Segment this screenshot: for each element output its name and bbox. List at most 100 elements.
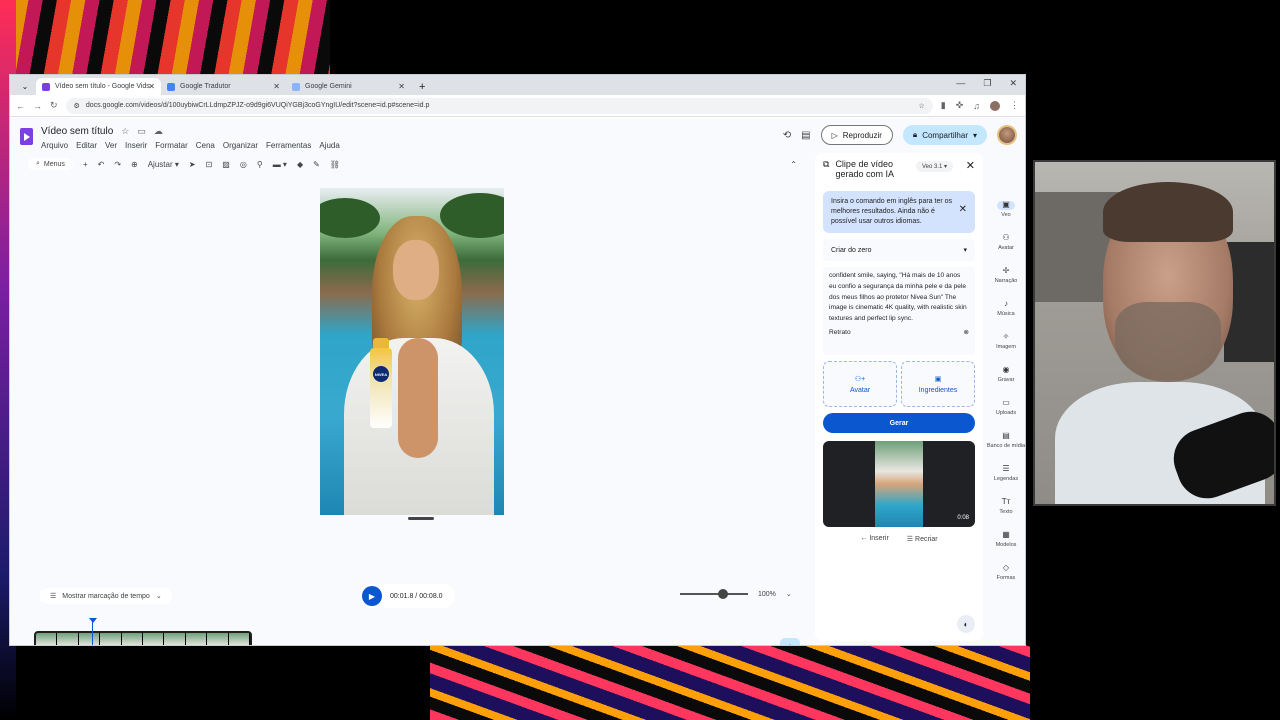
share-button[interactable]: 🔒︎ Compartilhar ▾ — [902, 125, 987, 145]
zoom-icon[interactable]: ⊕ — [131, 160, 138, 169]
avatar-chip[interactable]: ⚇+ Avatar — [823, 361, 897, 408]
border-color-icon[interactable]: ✎ — [313, 160, 320, 169]
menu-arquivo[interactable]: Arquivo — [41, 141, 68, 150]
paint-format-icon[interactable]: ⚲ — [257, 160, 263, 169]
play-icon[interactable]: ▶ — [362, 586, 382, 606]
generated-clip-thumbnail[interactable]: 0:08 — [823, 441, 975, 528]
menus-search[interactable]: ⌕ Menus — [28, 158, 73, 170]
rail-item-music[interactable]: ♪ Música — [986, 292, 1025, 325]
image-icon[interactable]: ▨ — [222, 160, 230, 169]
resize-handle[interactable] — [408, 517, 434, 520]
undo-icon[interactable]: ↶ — [98, 160, 105, 169]
forward-icon[interactable]: → — [33, 101, 42, 111]
model-select[interactable]: Veo 3.1 ▾ — [915, 161, 953, 172]
close-icon[interactable]: ✕ — [966, 159, 975, 172]
mode-select[interactable]: Criar do zero ▾ — [823, 239, 975, 262]
more-icon[interactable]: ⋮ — [1010, 100, 1019, 111]
minimize-icon[interactable]: — — [956, 78, 965, 89]
clip-duration: 0:08 — [957, 515, 969, 522]
rail-item-veo[interactable]: ▣ Veo — [986, 193, 1025, 226]
rail-item-captions[interactable]: ☰ Legendas — [986, 457, 1025, 490]
generate-button[interactable]: Gerar — [823, 413, 975, 434]
recreate-button[interactable]: ☰ Recriar — [907, 535, 938, 543]
star-icon[interactable]: ☆ — [121, 126, 129, 137]
close-tab-icon[interactable]: ✕ — [398, 82, 405, 91]
comments-icon[interactable]: ▤ — [801, 130, 810, 141]
site-info-icon[interactable]: ⚙ — [74, 102, 80, 110]
vids-logo-icon[interactable] — [20, 128, 33, 145]
clip-strip[interactable] — [34, 631, 252, 645]
menu-formatar[interactable]: Formatar — [155, 141, 187, 150]
collapse-toolbar-icon[interactable]: ⌃ — [790, 160, 797, 169]
menu-inserir[interactable]: Inserir — [125, 141, 147, 150]
media-icon[interactable]: ♫ — [973, 101, 980, 111]
menu-ver[interactable]: Ver — [105, 141, 117, 150]
prompt-textarea[interactable]: confident smile, saying, "Há mais de 10 … — [823, 267, 975, 356]
timestamp-toggle[interactable]: ☰ Mostrar marcação de tempo ⌄ — [40, 588, 172, 604]
reload-icon[interactable]: ↻ — [50, 100, 58, 111]
close-tab-icon[interactable]: ✕ — [148, 82, 155, 91]
close-tab-icon[interactable]: ✕ — [273, 82, 280, 91]
side-rail: ▣ Veo ⚇ Avatar ✢ Narração ♪ Música ✧ Imagem ◉… — [986, 193, 1025, 613]
background-stripes-bottom — [430, 640, 1030, 720]
fill-color-icon[interactable]: ◆ — [297, 160, 303, 169]
lightbulb-icon[interactable]: ◐ — [957, 615, 975, 633]
tab-google-translate[interactable]: Google Tradutor ✕ — [161, 78, 286, 95]
link-icon[interactable]: ⛓ — [330, 160, 340, 169]
close-window-icon[interactable]: ✕ — [1009, 78, 1017, 89]
puzzle-icon[interactable]: ✜ — [956, 100, 964, 111]
menu-ajuda[interactable]: Ajuda — [319, 141, 339, 150]
rail-item-record[interactable]: ◉ Gravar — [986, 358, 1025, 391]
rail-item-templates[interactable]: ▦ Modelos — [986, 523, 1025, 556]
menu-cena[interactable]: Cena — [196, 141, 215, 150]
menu-ferramentas[interactable]: Ferramentas — [266, 141, 311, 150]
select-cursor-icon[interactable]: ➤ — [189, 160, 196, 169]
rail-item-text[interactable]: Tт Texto — [986, 490, 1025, 523]
add-scene-button[interactable]: + — [780, 638, 800, 645]
back-icon[interactable]: ← — [16, 101, 25, 111]
shape-icon[interactable]: ◎ — [240, 160, 247, 169]
rail-item-shapes[interactable]: ◇ Formas — [986, 556, 1025, 589]
rail-item-uploads[interactable]: ▭ Uploads — [986, 391, 1025, 424]
sunscreen-bottle — [370, 348, 392, 428]
line-dropdown[interactable]: ▬ ▾ — [273, 160, 287, 169]
tab-google-gemini[interactable]: Google Gemini ✕ — [286, 78, 411, 95]
text-box-icon[interactable]: ⊡ — [206, 160, 213, 169]
dismiss-icon[interactable]: ✕ — [959, 203, 967, 218]
menu-editar[interactable]: Editar — [76, 141, 97, 150]
chevron-down-icon[interactable]: ▾ — [973, 131, 977, 140]
zoom-value: 100% — [758, 590, 776, 598]
user-avatar[interactable] — [997, 125, 1017, 145]
video-frame[interactable]: NIVEA — [320, 188, 504, 515]
fit-dropdown[interactable]: Ajustar ▾ — [148, 160, 179, 169]
rail-item-avatar[interactable]: ⚇ Avatar — [986, 226, 1025, 259]
add-icon[interactable]: + — [83, 160, 88, 169]
rail-item-narration[interactable]: ✢ Narração — [986, 259, 1025, 292]
version-history-icon[interactable]: ⟲ — [783, 130, 791, 141]
play-button[interactable]: ▷ Reproduzir — [820, 125, 893, 145]
redo-icon[interactable]: ↷ — [114, 160, 121, 169]
mode-value: Criar do zero — [831, 246, 872, 254]
zoom-slider-knob[interactable] — [718, 589, 729, 599]
zoom-slider[interactable] — [680, 589, 748, 599]
new-tab-icon[interactable]: + — [419, 81, 425, 93]
clear-icon[interactable]: ⊗ — [963, 328, 969, 339]
profile-avatar[interactable] — [990, 100, 1000, 111]
scene-canvas: NIVEA — [20, 178, 805, 580]
extension-icon[interactable]: ▮ — [941, 100, 946, 111]
ingredients-chip[interactable]: ▣ Ingredientes — [901, 361, 975, 408]
doc-title[interactable]: Vídeo sem título — [41, 126, 113, 137]
chevron-down-icon[interactable]: ⌄ — [786, 590, 792, 598]
tab-google-vids[interactable]: Vídeo sem título - Google Vids ✕ — [36, 78, 161, 95]
bookmark-star-icon[interactable]: ☆ — [918, 102, 924, 110]
rail-item-image[interactable]: ✧ Imagem — [986, 325, 1025, 358]
tab-search-icon[interactable]: ⌄ — [18, 79, 32, 93]
move-folder-icon[interactable]: ▭ — [137, 126, 146, 137]
rail-item-media-library[interactable]: ▤ Banco de mídia — [986, 424, 1025, 457]
menu-organizar[interactable]: Organizar — [223, 141, 258, 150]
address-bar[interactable]: ⚙ docs.google.com/videos/d/100uybiwCrLLd… — [65, 97, 933, 114]
maximize-icon[interactable]: ❐ — [983, 78, 991, 89]
orientation-chip[interactable]: Retrato — [829, 328, 851, 339]
playhead[interactable] — [89, 618, 97, 645]
insert-button[interactable]: ← Inserir — [860, 535, 888, 543]
